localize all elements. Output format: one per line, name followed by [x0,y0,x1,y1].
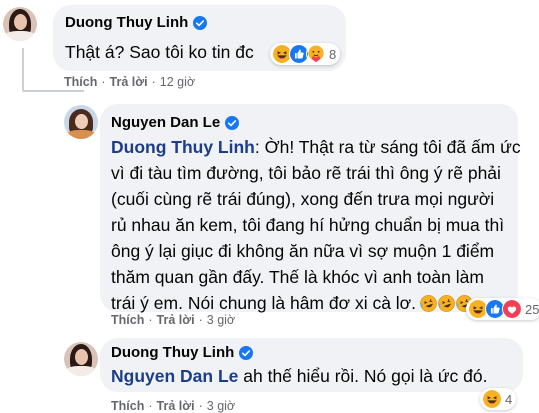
reply-bubble: Nguyen Dan Le Duong Thuy Linh: Ờh! Thật … [100,104,521,313]
author-name[interactable]: Duong Thuy Linh [111,344,234,361]
comment-author[interactable]: Duong Thuy Linh [111,344,253,361]
avatar[interactable] [3,7,37,41]
care-emoji-icon [306,44,326,64]
timestamp[interactable]: 3 giờ [207,313,235,327]
timestamp[interactable]: 12 giờ [160,75,195,89]
comment-actions: Thích · Trả lời · 3 giờ [111,313,236,327]
verified-badge-icon [193,16,207,30]
comment-text: Duong Thuy Linh: Ờh! Thật ra từ sáng tôi… [111,137,521,313]
reply-thread-line [22,48,24,90]
reaction-count: 25 [525,301,539,317]
comment-text: Thật á? Sao tôi ko tin đc [65,42,254,62]
reaction-summary[interactable]: 8 [270,43,341,65]
reaction-count: 4 [505,391,513,407]
verified-badge-icon [239,346,253,360]
comment-text: Nguyen Dan Le ah thế hiểu rồi. Nó gọi là… [111,366,488,386]
mention-tag[interactable]: Nguyen Dan Le [111,366,238,386]
rofl-emoji-icon [420,295,437,312]
rofl-emoji-icon [438,295,455,312]
like-link[interactable]: Thích [111,313,144,327]
reaction-count: 8 [329,46,337,62]
reply-thread-connector [22,90,84,92]
author-name[interactable]: Nguyen Dan Le [111,114,220,131]
verified-badge-icon [225,116,239,130]
reply-link[interactable]: Trả lời [157,399,195,413]
timestamp[interactable]: 3 giờ [207,399,235,413]
avatar[interactable] [64,105,98,139]
avatar[interactable] [64,342,98,376]
reply-bubble: Duong Thuy Linh Nguyen Dan Le ah thế hiể… [100,338,523,392]
haha-emoji-icon [482,389,502,409]
mention-tag[interactable]: Duong Thuy Linh [111,137,255,157]
comment-author[interactable]: Nguyen Dan Le [111,114,239,131]
reply-link[interactable]: Trả lời [110,75,148,89]
like-link[interactable]: Thích [111,399,144,413]
like-link[interactable]: Thích [64,75,97,89]
comment-actions: Thích · Trả lời · 3 giờ [111,399,236,413]
reaction-summary[interactable]: 4 [480,388,517,410]
reaction-summary[interactable]: 25 [466,298,539,320]
comment-actions: Thích · Trả lời · 12 giờ [64,75,196,89]
comment-author[interactable]: Duong Thuy Linh [65,14,207,31]
author-name[interactable]: Duong Thuy Linh [65,14,188,31]
love-icon [502,299,522,319]
reply-link[interactable]: Trả lời [157,313,195,327]
